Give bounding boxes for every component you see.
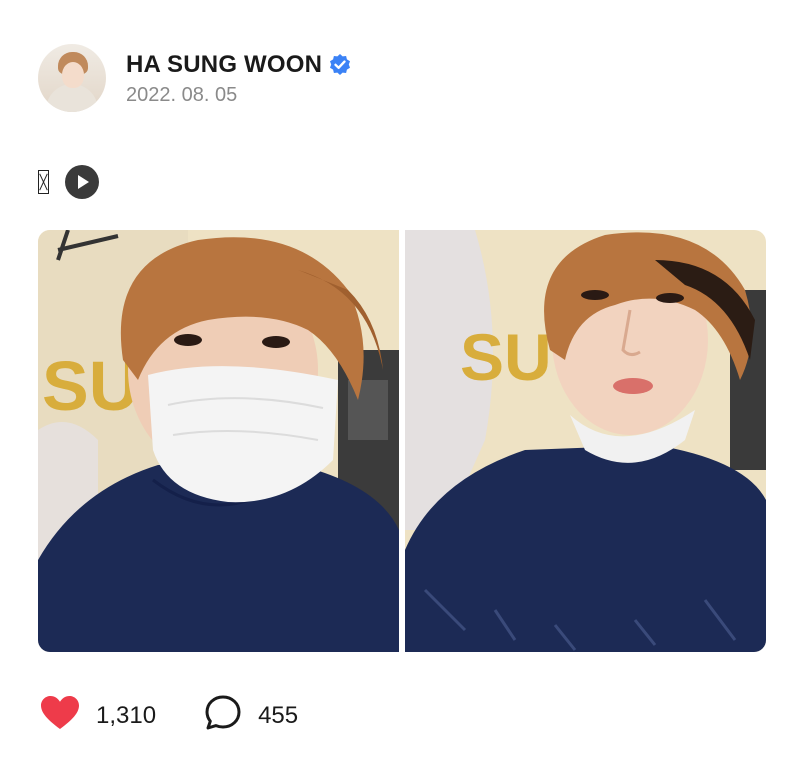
author-name[interactable]: HA SUNG WOON <box>126 51 322 79</box>
avatar[interactable] <box>38 44 106 112</box>
like-count: 1,310 <box>96 701 157 729</box>
author-name-row: HA SUNG WOON <box>126 50 352 80</box>
photo-gold-text-2: SU <box>460 320 552 394</box>
post-body <box>38 165 99 199</box>
comment-action[interactable]: 455 <box>204 694 298 737</box>
post-card: HA SUNG WOON 2022. 08. 05 SU SU 1,310 45… <box>0 0 804 782</box>
avatar-hood <box>46 84 98 112</box>
heart-icon[interactable] <box>40 695 80 736</box>
post-actions: 1,310 455 <box>40 694 298 737</box>
comment-bubble-icon[interactable] <box>204 694 242 737</box>
author-meta: HA SUNG WOON 2022. 08. 05 <box>126 50 352 107</box>
photo-unmasked[interactable]: SU <box>405 230 766 652</box>
play-icon[interactable] <box>65 165 99 199</box>
like-action[interactable]: 1,310 <box>40 695 156 736</box>
photo-gallery: SU SU <box>38 230 766 652</box>
photo-masked[interactable]: SU <box>38 230 399 652</box>
avatar-face <box>62 62 84 88</box>
post-date: 2022. 08. 05 <box>126 83 238 106</box>
post-header: HA SUNG WOON 2022. 08. 05 <box>38 44 352 112</box>
verified-badge-icon <box>328 53 352 77</box>
comment-count: 455 <box>258 701 299 729</box>
missing-glyph-icon <box>38 170 49 194</box>
